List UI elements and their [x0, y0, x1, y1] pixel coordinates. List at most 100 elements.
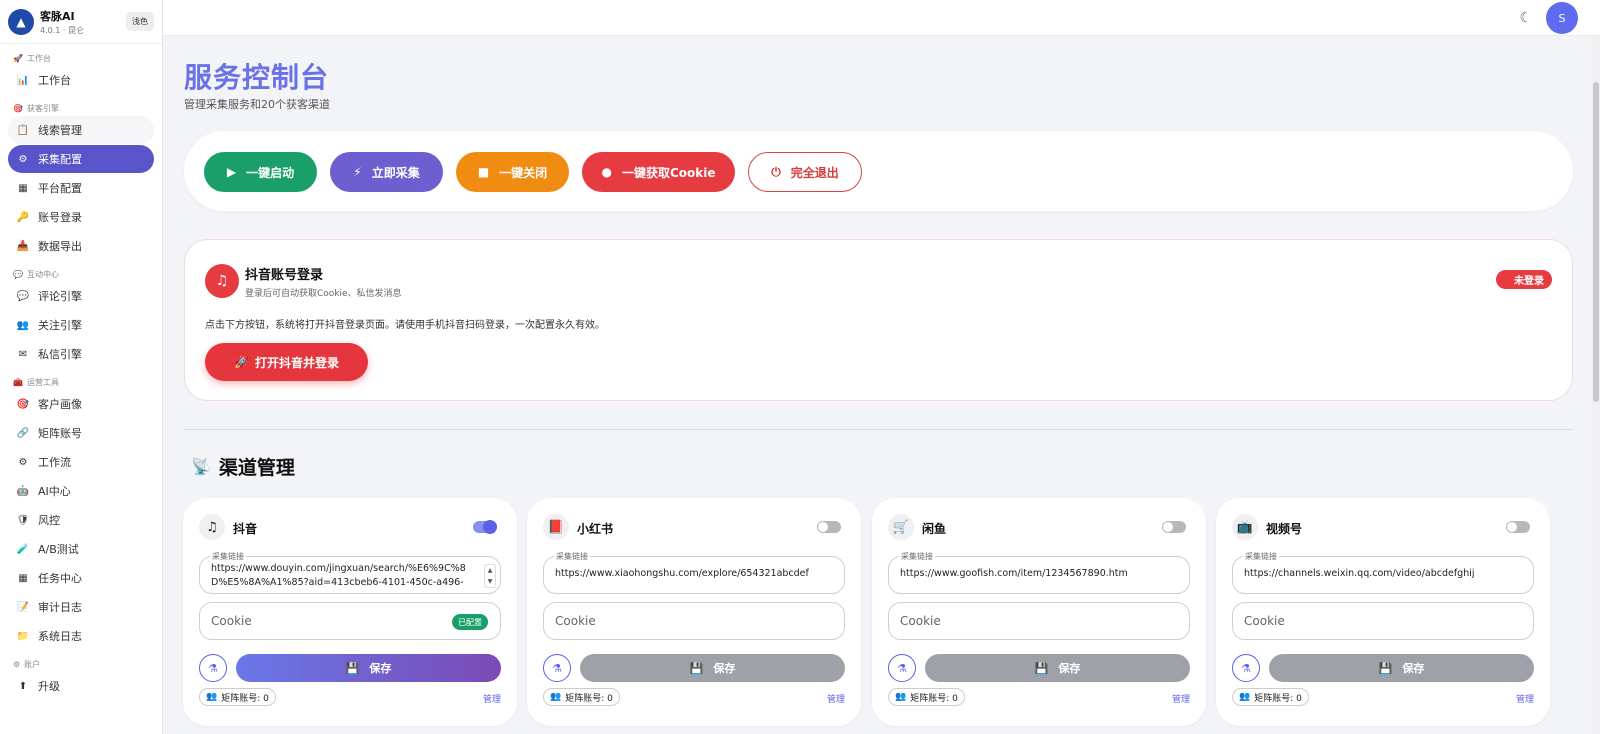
divider	[184, 429, 1573, 430]
cookie-placeholder: Cookie	[900, 614, 941, 628]
sidebar-item-0[interactable]: 🎯 客户画像	[8, 390, 154, 418]
cookie-field[interactable]: Cookie	[888, 602, 1190, 640]
collect-url-field[interactable]: 采集链接 https://channels.weixin.qq.com/video…	[1232, 551, 1534, 594]
save-button[interactable]: 💾 保存	[925, 654, 1190, 682]
collect-url-field[interactable]: 采集链接 https://www.goofish.com/item/1234567…	[888, 551, 1190, 594]
nav-icon: ⚙	[18, 153, 28, 165]
sidebar: ▲ 客脉AI 4.0.1 · 昆仑 浅色 🚀 工作台 📊 工作台 🎯 获客引擎 📋 线索管理 ⚙…	[0, 0, 163, 734]
save-button[interactable]: 💾 保存	[236, 654, 501, 682]
douyin-login-card: ♫ 抖音账号登录 登录后可自动获取Cookie、私信发消息 未登录 点击下方按钮…	[184, 239, 1573, 401]
test-flask-button[interactable]: ⚗	[199, 654, 227, 682]
nav-icon: ▦	[18, 572, 28, 584]
sidebar-item-label: 评论引擎	[38, 290, 82, 303]
sidebar-item-2[interactable]: ▦ 平台配置	[8, 174, 154, 202]
get-cookie-button[interactable]: ● 一键获取Cookie	[582, 152, 735, 192]
sidebar-item-label: 升级	[38, 680, 60, 693]
login-title: 抖音账号登录	[245, 268, 324, 283]
channel-icon: 📺	[1232, 514, 1258, 540]
sidebar-item-6[interactable]: ▦ 任务中心	[8, 564, 154, 592]
manage-link[interactable]: 管理	[483, 692, 501, 705]
nav-icon: 📋	[16, 124, 30, 136]
sidebar-item-0[interactable]: 💬 评论引擎	[8, 282, 154, 310]
sidebar-item-4[interactable]: 📥 数据导出	[8, 232, 154, 260]
section-icon: 💬	[13, 269, 23, 279]
url-field-label: 采集链接	[1243, 551, 1279, 562]
manage-link[interactable]: 管理	[1172, 692, 1190, 705]
section-icon: ⚙	[13, 659, 21, 669]
users-icon: 👥	[1239, 692, 1251, 702]
channel-name: 视频号	[1266, 522, 1303, 536]
users-icon: 👥	[895, 692, 907, 702]
cookie-field[interactable]: Cookie	[543, 602, 845, 640]
sidebar-item-4[interactable]: 🛡 风控	[8, 506, 154, 534]
test-flask-button[interactable]: ⚗	[888, 654, 916, 682]
channel-name: 抖音	[233, 522, 258, 536]
save-button[interactable]: 💾 保存	[1269, 654, 1534, 682]
collect-url-field[interactable]: 采集链接 https://www.xiaohongshu.com/explore/…	[543, 551, 845, 594]
cookie-field[interactable]: Cookie 已配置	[199, 602, 501, 640]
section-icon: 🚀	[13, 53, 23, 63]
nav-icon: 🛡	[16, 514, 30, 526]
cookie-field[interactable]: Cookie	[1232, 602, 1534, 640]
exit-button[interactable]: ⏻ 完全退出	[748, 152, 862, 192]
scrollbar[interactable]	[1592, 36, 1600, 734]
topbar: ☾ S	[163, 0, 1600, 36]
sidebar-section-title: 🚀 工作台	[13, 53, 51, 63]
collect-url-field[interactable]: 采集链接 https://www.douyin.com/jingxuan/sear…	[199, 551, 501, 594]
app-name: 客脉AI	[40, 9, 75, 23]
channel-toggle[interactable]	[1162, 521, 1186, 533]
nav-icon: ✉	[18, 348, 28, 360]
nav-icon: 💬	[16, 290, 30, 302]
sidebar-item-3[interactable]: 🔑 账号登录	[8, 203, 154, 231]
collect-now-button[interactable]: ⚡ 立即采集	[330, 152, 443, 192]
start-all-button[interactable]: ▶ 一键启动	[204, 152, 317, 192]
sidebar-item-1[interactable]: 🔗 矩阵账号	[8, 419, 154, 447]
dark-mode-icon[interactable]: ☾	[1519, 10, 1532, 26]
channels-section-title: 📡 渠道管理	[191, 457, 295, 479]
sidebar-item-2[interactable]: ⚙ 工作流	[8, 448, 154, 476]
sidebar-item-0[interactable]: ⬆ 升级	[8, 672, 154, 700]
channel-card: ♫ 抖音 采集链接 https://www.douyin.com/jingxuan/s…	[183, 498, 517, 726]
sidebar-item-8[interactable]: 📁 系统日志	[8, 622, 154, 650]
nav-icon: ▦	[18, 182, 28, 194]
channel-toggle[interactable]	[1506, 521, 1530, 533]
login-description: 点击下方按钮，系统将打开抖音登录页面。请使用手机抖音扫码登录，一次配置永久有效。	[205, 320, 605, 331]
sidebar-item-1[interactable]: ⚙ 采集配置	[8, 145, 154, 173]
sidebar-item-5[interactable]: 🧪 A/B测试	[8, 535, 154, 563]
sidebar-item-label: 关注引擎	[38, 319, 82, 332]
satellite-icon: 📡	[191, 457, 211, 476]
scrollbar-thumb[interactable]	[1593, 82, 1599, 402]
manage-link[interactable]: 管理	[827, 692, 845, 705]
sidebar-item-label: 风控	[38, 514, 60, 527]
channel-toggle[interactable]	[817, 521, 841, 533]
stepper-icon[interactable]: ▲ ▼	[484, 564, 496, 588]
theme-toggle-button[interactable]: 浅色	[126, 12, 154, 31]
save-icon: 💾	[345, 661, 360, 675]
open-douyin-login-button[interactable]: 🚀 打开抖音并登录	[205, 343, 368, 381]
manage-link[interactable]: 管理	[1516, 692, 1534, 705]
channel-toggle[interactable]	[473, 520, 497, 534]
sidebar-item-7[interactable]: 📝 审计日志	[8, 593, 154, 621]
close-all-button[interactable]: ■ 一键关闭	[456, 152, 569, 192]
sidebar-item-3[interactable]: 🤖 AI中心	[8, 477, 154, 505]
nav-icon: 🔗	[16, 427, 30, 439]
sidebar-item-1[interactable]: 👥 关注引擎	[8, 311, 154, 339]
save-icon: 💾	[1378, 661, 1393, 675]
sidebar-item-0[interactable]: 📋 线索管理	[8, 116, 154, 144]
url-value: https://www.goofish.com/item/1234567890.…	[900, 568, 1128, 579]
avatar[interactable]: S	[1546, 2, 1578, 34]
test-flask-button[interactable]: ⚗	[543, 654, 571, 682]
sidebar-item-2[interactable]: ✉ 私信引擎	[8, 340, 154, 368]
matrix-account-badge: 👥 矩阵账号: 0	[1232, 688, 1309, 706]
save-button[interactable]: 💾 保存	[580, 654, 845, 682]
login-status-badge: 未登录	[1496, 270, 1552, 289]
app-logo: ▲	[8, 8, 34, 35]
users-icon: 👥	[550, 692, 562, 702]
save-icon: 💾	[689, 661, 704, 675]
sidebar-section-title: 🧰 运营工具	[13, 377, 59, 387]
sidebar-item-0[interactable]: 📊 工作台	[8, 66, 154, 94]
test-flask-button[interactable]: ⚗	[1232, 654, 1260, 682]
matrix-account-badge: 👥 矩阵账号: 0	[199, 688, 276, 706]
nav-icon: 🔑	[16, 211, 30, 223]
sidebar-item-label: 平台配置	[38, 182, 82, 195]
